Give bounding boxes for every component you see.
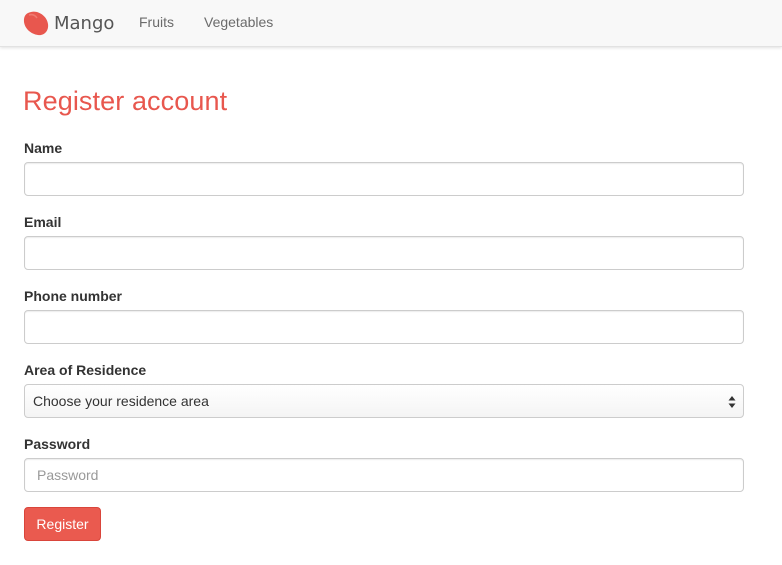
phone-input[interactable] <box>24 310 744 344</box>
area-select[interactable]: Choose your residence area <box>24 384 744 418</box>
brand-name: Mango <box>54 12 115 34</box>
name-label: Name <box>24 140 63 156</box>
password-label: Password <box>24 436 91 452</box>
navbar: Mango Fruits Vegetables <box>0 0 782 47</box>
page-title: Register account <box>23 86 228 116</box>
mango-logo-icon <box>23 11 49 36</box>
area-label: Area of Residence <box>24 362 147 378</box>
email-label: Email <box>24 214 62 230</box>
area-select-value: Choose your residence area <box>33 393 209 409</box>
nav-link-vegetables[interactable]: Vegetables <box>204 14 273 30</box>
email-input[interactable] <box>24 236 744 270</box>
register-button[interactable]: Register <box>24 507 101 541</box>
brand-link[interactable]: Mango <box>23 8 114 38</box>
password-input[interactable] <box>24 458 744 492</box>
nav-link-fruits[interactable]: Fruits <box>139 14 174 30</box>
name-input[interactable] <box>24 162 744 196</box>
select-arrows-icon <box>728 396 736 408</box>
phone-label: Phone number <box>24 288 123 304</box>
